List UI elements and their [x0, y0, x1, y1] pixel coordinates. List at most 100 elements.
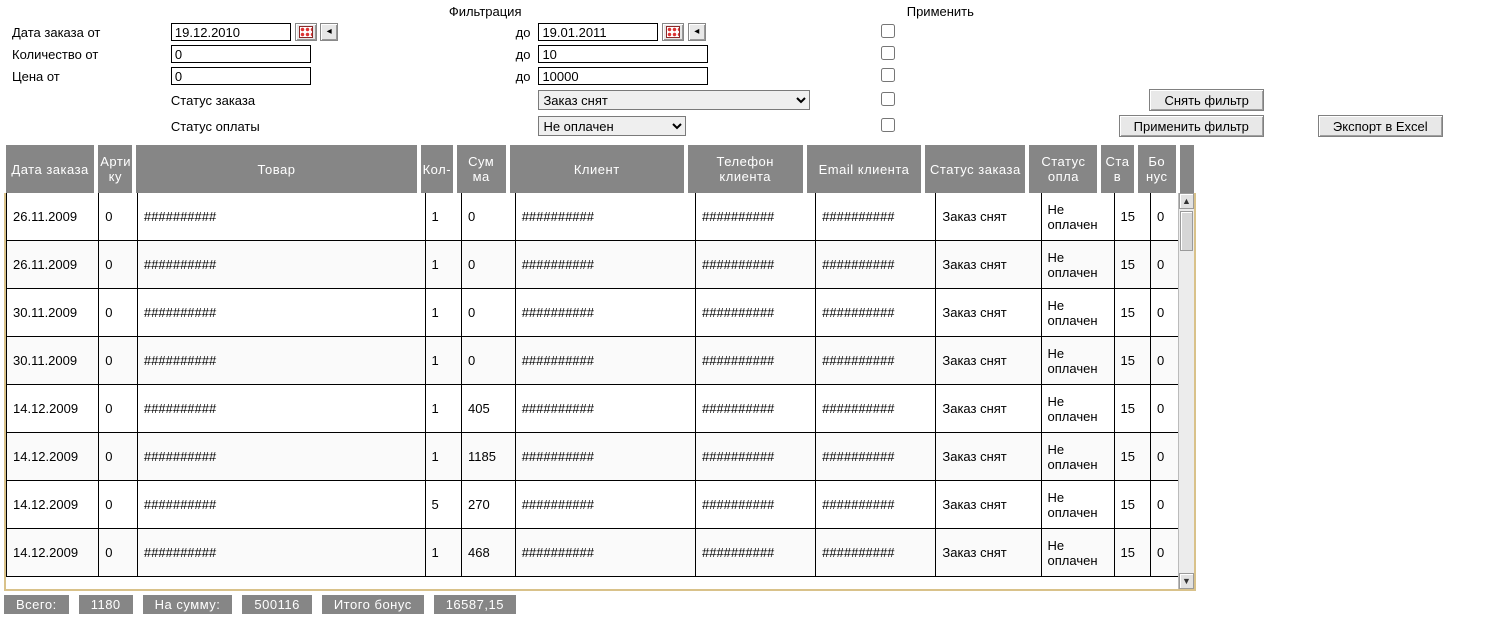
price-from-input[interactable] [171, 67, 311, 85]
table-cell: ########## [515, 529, 695, 577]
pay-status-select[interactable]: Не оплачен [538, 116, 686, 136]
table-cell: Не оплачен [1041, 193, 1114, 241]
table-cell: Заказ снят [936, 241, 1041, 289]
table-row[interactable]: 14.12.20090##########11185##############… [7, 433, 1194, 481]
filter-panel: Фильтрация Применить Дата заказа от ◂ до… [0, 0, 1502, 143]
column-header[interactable]: Бо нус [1136, 145, 1178, 193]
table-cell: Не оплачен [1041, 385, 1114, 433]
column-header[interactable]: Телефон клиента [686, 145, 805, 193]
apply-order-status-checkbox[interactable] [881, 92, 895, 106]
column-header[interactable]: Арти ку [96, 145, 134, 193]
table-cell: 0 [462, 289, 516, 337]
column-header[interactable]: Товар [134, 145, 418, 193]
table-cell: 1 [425, 385, 461, 433]
table-cell: 270 [462, 481, 516, 529]
table-cell: 15 [1114, 241, 1150, 289]
calendar-from-button[interactable] [295, 23, 317, 41]
table-row[interactable]: 26.11.20090##########10#################… [7, 241, 1194, 289]
table-row[interactable]: 30.11.20090##########10#################… [7, 337, 1194, 385]
table-cell: ########## [816, 289, 936, 337]
table-cell: Заказ снят [936, 385, 1041, 433]
table-cell: 1 [425, 337, 461, 385]
bonus-label: Итого бонус [322, 595, 424, 614]
table-row[interactable]: 14.12.20090##########1468###############… [7, 529, 1194, 577]
table-cell: ########## [137, 529, 425, 577]
column-header[interactable]: Статус заказа [923, 145, 1027, 193]
export-excel-button[interactable]: Экспорт в Excel [1318, 115, 1443, 137]
apply-qty-checkbox[interactable] [881, 46, 895, 60]
clear-filter-button[interactable]: Снять фильтр [1149, 89, 1263, 111]
table-cell: 26.11.2009 [7, 241, 99, 289]
apply-filter-button[interactable]: Применить фильтр [1119, 115, 1264, 137]
qty-to-input[interactable] [538, 45, 708, 63]
table-row[interactable]: 30.11.20090##########10#################… [7, 289, 1194, 337]
column-header[interactable]: Сум ма [455, 145, 508, 193]
date-from-step[interactable]: ◂ [320, 23, 338, 41]
table-cell: 15 [1114, 481, 1150, 529]
scroll-down-button[interactable]: ▼ [1179, 573, 1194, 589]
scroll-up-button[interactable]: ▲ [1179, 193, 1194, 209]
table-row[interactable]: 14.12.20090##########5270###############… [7, 481, 1194, 529]
table-cell: ########## [695, 241, 815, 289]
calendar-to-button[interactable] [662, 23, 684, 41]
table-cell: 1185 [462, 433, 516, 481]
filter-section-label: Фильтрация [436, 2, 535, 21]
qty-from-input[interactable] [171, 45, 311, 63]
table-cell: 14.12.2009 [7, 529, 99, 577]
apply-column-label: Применить [877, 2, 1048, 21]
bonus-value: 16587,15 [434, 595, 516, 614]
summary-footer: Всего: 1180 На сумму: 500116 Итого бонус… [4, 595, 1502, 614]
table-cell: 15 [1114, 193, 1150, 241]
table-cell: Заказ снят [936, 193, 1041, 241]
order-status-select[interactable]: Заказ снят [538, 90, 810, 110]
table-cell: Не оплачен [1041, 433, 1114, 481]
table-cell: ########## [137, 481, 425, 529]
table-cell: 0 [99, 481, 138, 529]
column-header[interactable]: Дата заказа [5, 145, 96, 193]
order-status-label: Статус заказа [167, 87, 436, 113]
table-cell: 0 [99, 289, 138, 337]
column-header[interactable]: Клиент [508, 145, 686, 193]
sum-label: На сумму: [143, 595, 233, 614]
table-cell: ########## [695, 385, 815, 433]
apply-pay-status-checkbox[interactable] [881, 118, 895, 132]
table-cell: 15 [1114, 289, 1150, 337]
apply-date-checkbox[interactable] [881, 24, 895, 38]
table-cell: 0 [99, 193, 138, 241]
qty-to-label: до [436, 43, 535, 65]
table-cell: 14.12.2009 [7, 385, 99, 433]
table-cell: ########## [816, 193, 936, 241]
total-value: 1180 [79, 595, 133, 614]
column-header[interactable]: Ста в [1099, 145, 1135, 193]
date-from-input[interactable] [171, 23, 291, 41]
table-cell: 1 [425, 289, 461, 337]
date-to-step[interactable]: ◂ [688, 23, 706, 41]
price-to-input[interactable] [538, 67, 708, 85]
column-header[interactable]: Кол- [419, 145, 455, 193]
table-cell: 0 [99, 241, 138, 289]
column-header[interactable]: Статус опла [1027, 145, 1099, 193]
grid-scrollbar[interactable]: ▲ ▼ [1178, 193, 1194, 589]
apply-price-checkbox[interactable] [881, 68, 895, 82]
date-from-label: Дата заказа от [8, 21, 167, 43]
table-cell: Не оплачен [1041, 337, 1114, 385]
table-cell: ########## [137, 433, 425, 481]
pay-status-label: Статус оплаты [167, 113, 436, 139]
date-to-input[interactable] [538, 23, 658, 41]
table-cell: ########## [695, 481, 815, 529]
table-cell: Заказ снят [936, 289, 1041, 337]
table-cell: 14.12.2009 [7, 433, 99, 481]
calendar-icon [299, 26, 313, 38]
table-cell: 1 [425, 433, 461, 481]
price-to-label: до [436, 65, 535, 87]
table-cell: 5 [425, 481, 461, 529]
table-cell: 26.11.2009 [7, 193, 99, 241]
table-cell: 1 [425, 529, 461, 577]
scroll-thumb[interactable] [1180, 211, 1193, 251]
table-cell: ########## [816, 433, 936, 481]
table-row[interactable]: 14.12.20090##########1405###############… [7, 385, 1194, 433]
column-header[interactable]: Email клиента [805, 145, 924, 193]
table-row[interactable]: 26.11.20090##########10#################… [7, 193, 1194, 241]
table-cell: ########## [695, 337, 815, 385]
table-cell: ########## [137, 385, 425, 433]
